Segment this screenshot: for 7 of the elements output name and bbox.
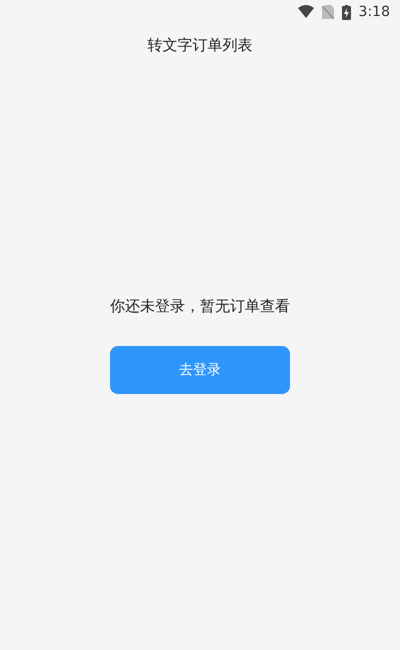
login-button[interactable]: 去登录 (110, 346, 290, 394)
page-title: 转文字订单列表 (148, 36, 252, 55)
battery-charging-icon (342, 4, 351, 20)
no-sim-icon (322, 5, 334, 19)
status-time: 3:18 (358, 4, 390, 20)
empty-message: 你还未登录，暂无订单查看 (110, 297, 290, 316)
wifi-icon (298, 5, 314, 19)
